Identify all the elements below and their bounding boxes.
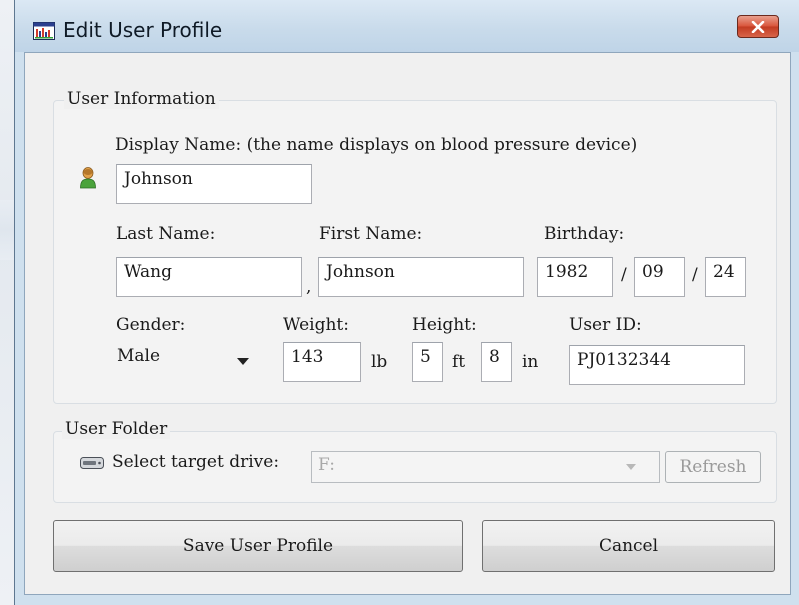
height-inches-unit: in	[522, 352, 539, 372]
birthday-year-input[interactable]: 1982	[537, 257, 613, 297]
drive-icon	[80, 457, 104, 469]
refresh-button[interactable]: Refresh	[665, 451, 761, 483]
chart-app-icon	[33, 22, 55, 40]
weight-label: Weight:	[283, 315, 349, 335]
gender-label: Gender:	[116, 315, 186, 335]
birthday-month-input[interactable]: 09	[634, 257, 685, 297]
gender-select[interactable]: Male	[116, 342, 266, 382]
weight-input[interactable]: 143	[283, 342, 361, 382]
birthday-label: Birthday:	[544, 224, 625, 244]
user-id-label: User ID:	[569, 315, 642, 335]
first-name-input[interactable]: Johnson	[318, 257, 524, 297]
dialog-client-area: User Information Display Name: (the name…	[24, 52, 791, 595]
height-feet-unit: ft	[452, 352, 466, 372]
date-separator-1: /	[621, 265, 627, 285]
display-name-input[interactable]: Johnson	[116, 164, 312, 204]
height-label: Height:	[412, 315, 477, 335]
last-name-input[interactable]: Wang	[116, 257, 302, 297]
user-folder-title: User Folder	[62, 419, 171, 439]
user-id-input[interactable]: PJ0132344	[569, 345, 745, 385]
cancel-button[interactable]: Cancel	[482, 520, 775, 572]
edit-user-profile-dialog: Edit User Profile User Information Displ…	[14, 0, 799, 605]
chevron-down-icon	[237, 358, 249, 365]
close-button[interactable]	[737, 15, 779, 38]
gender-selected-value: Male	[117, 346, 161, 366]
window-title: Edit User Profile	[63, 18, 223, 42]
title-bar[interactable]: Edit User Profile	[15, 0, 799, 52]
drive-selected-value: F:	[318, 455, 335, 475]
weight-unit: lb	[371, 352, 388, 372]
background-strip	[0, 0, 14, 605]
last-name-label: Last Name:	[116, 224, 216, 244]
background-glint	[0, 200, 14, 260]
name-comma: ,	[306, 277, 312, 297]
height-feet-input[interactable]: 5	[412, 342, 443, 382]
chevron-down-icon	[626, 464, 636, 470]
select-drive-label: Select target drive:	[112, 452, 280, 472]
height-inches-input[interactable]: 8	[481, 342, 512, 382]
birthday-day-input[interactable]: 24	[705, 257, 746, 297]
user-information-title: User Information	[64, 89, 219, 109]
user-person-icon	[80, 167, 96, 189]
save-user-profile-button[interactable]: Save User Profile	[53, 520, 463, 572]
first-name-label: First Name:	[319, 224, 423, 244]
close-x-icon	[751, 20, 765, 33]
display-name-label: Display Name: (the name displays on bloo…	[115, 135, 638, 155]
date-separator-2: /	[692, 265, 698, 285]
drive-select[interactable]: F:	[311, 451, 660, 483]
